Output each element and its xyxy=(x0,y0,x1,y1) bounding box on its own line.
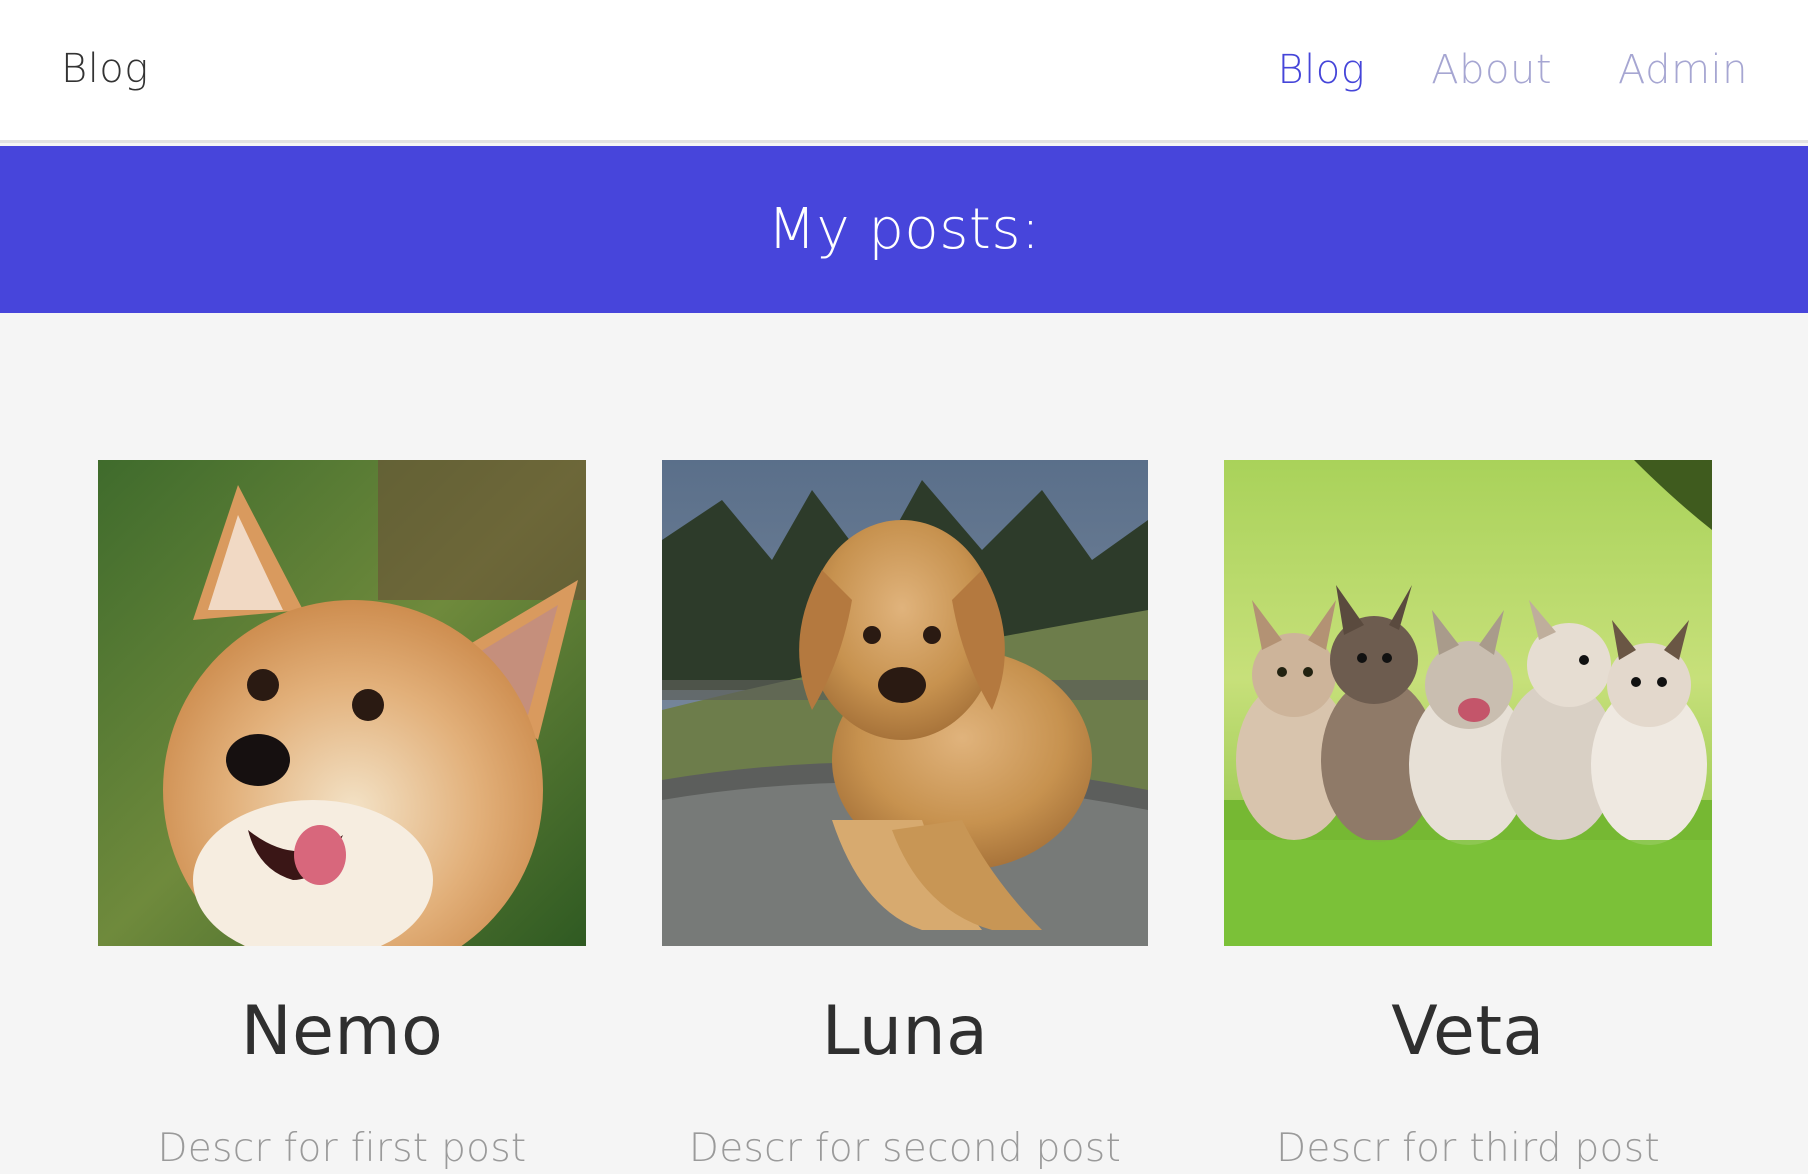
page-title: My posts: xyxy=(767,197,1041,262)
post-card-nemo[interactable]: Nemo Descr for first post xyxy=(98,460,586,1172)
page: Blog Blog About Admin My posts: Nemo Des… xyxy=(0,0,1808,1174)
top-navbar: Blog Blog About Admin xyxy=(0,0,1808,143)
nav-link-blog[interactable]: Blog xyxy=(1277,46,1365,94)
brand-link[interactable]: Blog xyxy=(61,46,149,92)
post-title[interactable]: Luna xyxy=(662,992,1148,1072)
post-card-veta[interactable]: Veta Descr for third post xyxy=(1224,460,1712,1172)
post-title[interactable]: Nemo xyxy=(98,992,586,1072)
post-title[interactable]: Veta xyxy=(1224,992,1712,1072)
post-description: Descr for second post xyxy=(688,1126,1122,1171)
corgi-illustration xyxy=(98,460,586,946)
post-card-luna[interactable]: Luna Descr for second post xyxy=(662,460,1148,1172)
retriever-illustration xyxy=(662,460,1148,946)
post-description: Descr for third post xyxy=(1276,1126,1660,1171)
hero-banner: My posts: xyxy=(0,146,1808,313)
post-description: Descr for first post xyxy=(157,1126,527,1171)
main-nav: Blog About Admin xyxy=(1277,46,1748,94)
post-image-puppies[interactable] xyxy=(1224,460,1712,946)
nav-link-admin[interactable]: Admin xyxy=(1618,46,1748,94)
puppies-illustration xyxy=(1224,460,1712,946)
post-image-retriever[interactable] xyxy=(662,460,1148,946)
nav-link-about[interactable]: About xyxy=(1431,46,1552,94)
post-image-corgi[interactable] xyxy=(98,460,586,946)
